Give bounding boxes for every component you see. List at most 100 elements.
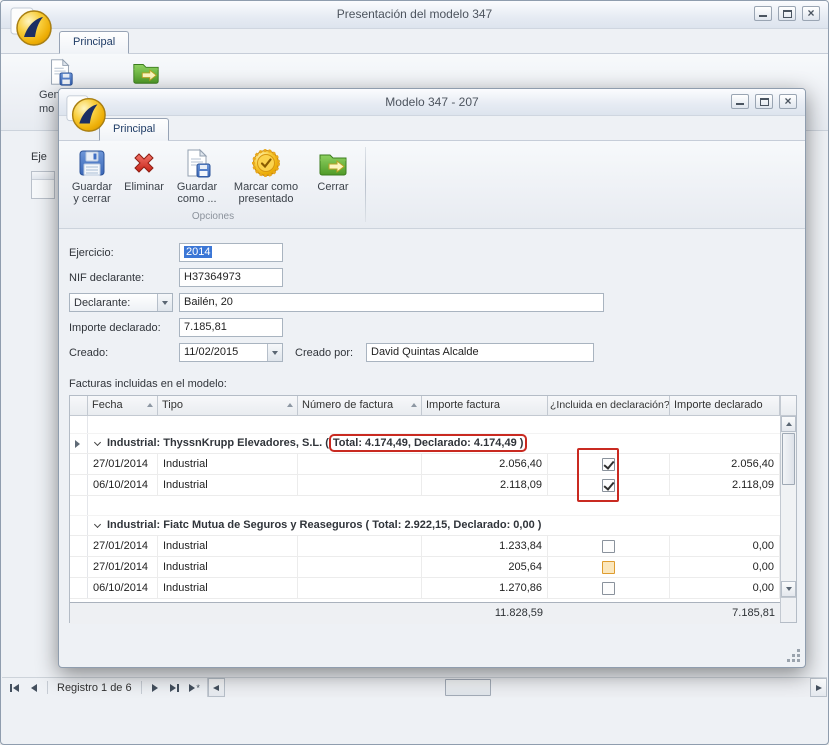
grid-header-numero[interactable]: Número de factura (298, 396, 422, 416)
save-and-close-button[interactable]: Guardar y cerrar (65, 144, 119, 210)
dialog-titlebar: Modelo 347 - 207 × (59, 89, 805, 116)
grid-vertical-scrollbar[interactable] (780, 396, 796, 622)
creado-por-value: David Quintas Alcalde (371, 346, 479, 358)
main-tab-principal[interactable]: Principal (59, 31, 129, 54)
dialog-tab-principal[interactable]: Principal (99, 118, 169, 141)
background-panel-fragment (31, 171, 55, 199)
cell-importe-declarado: 2.056,40 (670, 454, 780, 474)
cell-tipo: Industrial (158, 475, 298, 495)
declarante-input[interactable]: Bailén, 20 (179, 293, 604, 312)
cell-tipo: Industrial (158, 454, 298, 474)
ribbon-group-label: Opciones (65, 211, 361, 222)
close-icon: × (784, 95, 791, 108)
cell-incluida (548, 454, 670, 474)
nif-input[interactable]: H37364973 (179, 268, 283, 287)
mark-as-presented-button[interactable]: Marcar como presentado (225, 144, 307, 210)
delete-button[interactable]: Eliminar (119, 144, 169, 210)
dialog-minimize-button[interactable] (731, 94, 749, 109)
chevron-down-icon[interactable] (157, 294, 172, 311)
collapse-chevron-icon[interactable] (94, 521, 101, 528)
app-logo-icon (9, 4, 53, 48)
dialog-maximize-button[interactable] (755, 94, 773, 109)
sort-asc-icon (411, 403, 417, 407)
collapse-chevron-icon[interactable] (94, 439, 101, 446)
table-row[interactable]: 06/10/2014 Industrial 2.118,09 2.118,09 (70, 475, 780, 496)
importe-declarado-input[interactable]: 7.185,81 (179, 318, 283, 337)
maximize-button[interactable] (778, 6, 796, 21)
nav-last-button[interactable] (166, 680, 184, 696)
table-row[interactable]: 27/01/2014 Industrial 205,64 0,00 (70, 557, 780, 578)
incluida-checkbox[interactable] (602, 458, 615, 471)
scrollbar-footer (781, 597, 796, 622)
creado-por-input[interactable]: David Quintas Alcalde (366, 343, 594, 362)
scrollbar-track[interactable] (781, 432, 796, 581)
scrollbar-track[interactable] (225, 678, 810, 697)
declarante-field-combo[interactable]: Declarante: (69, 293, 173, 312)
main-window-title: Presentación del modelo 347 (1, 1, 828, 27)
creado-value: 11/02/2015 (180, 344, 267, 361)
horizontal-scrollbar[interactable] (207, 678, 827, 697)
grid-spacer-row (70, 496, 780, 516)
group-row-fiatc[interactable]: Industrial: Fiatc Mutua de Seguros y Rea… (70, 516, 780, 536)
chevron-down-icon[interactable] (267, 344, 282, 361)
sort-asc-icon (147, 403, 153, 407)
sort-asc-icon (287, 403, 293, 407)
nif-value: H37364973 (184, 271, 241, 283)
scrollbar-thumb[interactable] (445, 679, 491, 696)
cell-importe-factura: 1.233,84 (422, 536, 548, 556)
dialog-close-button[interactable]: × (779, 94, 797, 109)
close-model-button[interactable] (123, 57, 169, 87)
separator (47, 681, 48, 694)
button-label: Guardar como ... (177, 181, 217, 205)
scroll-down-button[interactable] (781, 581, 796, 597)
resize-grip[interactable] (787, 649, 801, 663)
group-title: Industrial: Fiatc Mutua de Seguros y Rea… (107, 519, 541, 531)
cell-tipo: Industrial (158, 557, 298, 577)
grid-header-incluida[interactable]: ¿Incluida en declaración? (548, 396, 670, 416)
scrollbar-thumb[interactable] (782, 433, 795, 485)
button-label: Eliminar (124, 181, 164, 193)
button-label: Guardar y cerrar (72, 181, 112, 205)
nav-new-button[interactable]: * (186, 680, 204, 696)
screen: Presentación del modelo 347 × Principal (0, 0, 829, 745)
ejercicio-input[interactable]: 2014 (179, 243, 283, 262)
main-titlebar: Presentación del modelo 347 × (1, 1, 828, 29)
save-as-button[interactable]: Guardar como ... (169, 144, 225, 210)
table-row[interactable]: 27/01/2014 Industrial 1.233,84 0,00 (70, 536, 780, 557)
creado-date-input[interactable]: 11/02/2015 (179, 343, 283, 362)
table-row[interactable]: 06/10/2014 Industrial 1.270,86 0,00 (70, 578, 780, 599)
minimize-button[interactable] (754, 6, 772, 21)
grid-header-importe-declarado[interactable]: Importe declarado (670, 396, 780, 416)
scroll-left-button[interactable] (208, 678, 225, 697)
grid-header-tipo[interactable]: Tipo (158, 396, 298, 416)
grid-header-fecha[interactable]: Fecha (88, 396, 158, 416)
nav-prev-button[interactable] (25, 680, 43, 696)
nav-first-button[interactable] (5, 680, 23, 696)
close-button[interactable]: × (802, 6, 820, 21)
close-dialog-button[interactable]: Cerrar (307, 144, 359, 210)
cell-importe-declarado: 0,00 (670, 578, 780, 598)
creado-por-label: Creado por: (295, 347, 366, 359)
grid-header-importe-factura[interactable]: Importe factura (422, 396, 548, 416)
incluida-checkbox[interactable] (602, 561, 615, 574)
ejercicio-label: Ejercicio: (69, 247, 179, 259)
incluida-checkbox[interactable] (602, 479, 615, 492)
cell-incluida (548, 557, 670, 577)
incluida-checkbox[interactable] (602, 582, 615, 595)
table-row[interactable]: 27/01/2014 Industrial 2.056,40 2.056,40 (70, 454, 780, 475)
cell-incluida (548, 578, 670, 598)
cell-importe-factura: 1.270,86 (422, 578, 548, 598)
scroll-up-button[interactable] (781, 416, 796, 432)
selected-text: 2014 (184, 246, 212, 258)
nav-next-button[interactable] (146, 680, 164, 696)
main-tabstrip: Principal (1, 29, 828, 54)
close-icon: × (807, 7, 814, 20)
incluida-checkbox[interactable] (602, 540, 615, 553)
dialog-title: Modelo 347 - 207 (59, 89, 805, 115)
maximize-icon (760, 98, 769, 106)
summary-importe-declarado: 7.185,81 (670, 603, 780, 624)
ribbon-separator (365, 147, 366, 222)
separator (141, 681, 142, 694)
group-row-thyssenkrupp[interactable]: Industrial: ThyssnKrupp Elevadores, S.L.… (70, 434, 780, 454)
scroll-right-button[interactable] (810, 678, 827, 697)
